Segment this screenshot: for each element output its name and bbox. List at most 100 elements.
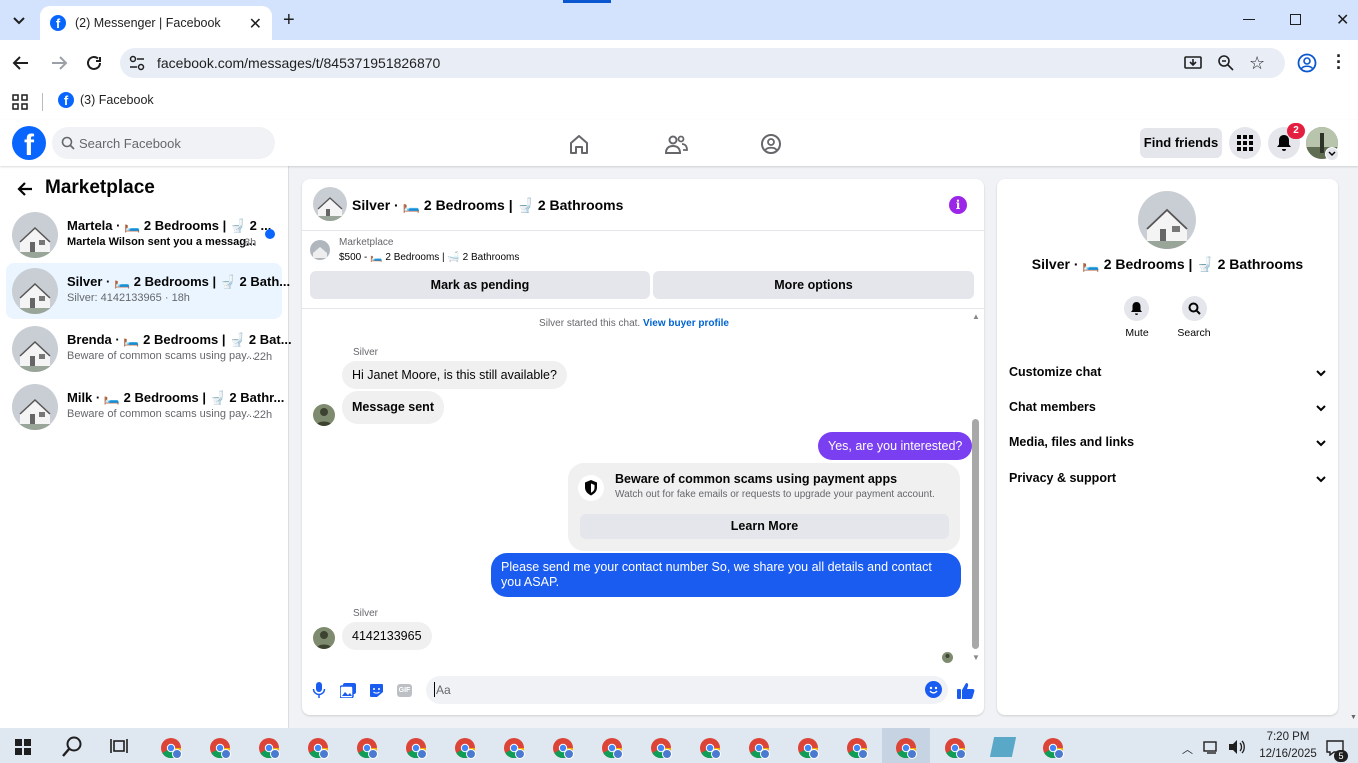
info-icon[interactable]: i bbox=[949, 196, 967, 214]
account-chevron-icon[interactable] bbox=[1325, 147, 1339, 161]
conversation-avatar bbox=[12, 326, 58, 372]
emoji-icon[interactable] bbox=[925, 681, 942, 698]
sender-avatar[interactable] bbox=[313, 404, 335, 426]
task-view-icon[interactable] bbox=[110, 738, 128, 754]
restore-icon[interactable] bbox=[1290, 14, 1301, 25]
taskbar-search-icon[interactable] bbox=[61, 736, 83, 758]
search-in-chat-button[interactable] bbox=[1182, 296, 1207, 321]
chat-info-panel: Silver · 🛏️ 2 Bedrooms | 🚽 2 Bathrooms M… bbox=[997, 179, 1338, 715]
scam-warning-title: Beware of common scams using payment app… bbox=[615, 472, 898, 486]
chrome-profile-app-icon[interactable] bbox=[552, 737, 574, 759]
back-icon[interactable] bbox=[12, 54, 30, 72]
view-buyer-profile-link[interactable]: View buyer profile bbox=[643, 318, 729, 329]
tab-search-icon[interactable] bbox=[8, 9, 30, 31]
incoming-message[interactable]: 4142133965 bbox=[342, 622, 432, 650]
incoming-message[interactable]: Hi Janet Moore, is this still available? bbox=[342, 361, 567, 389]
chat-header-avatar[interactable] bbox=[313, 187, 347, 221]
conversation-brenda[interactable]: Brenda · 🛏️ 2 Bedrooms | 🚽 2 Bat... Bewa… bbox=[6, 321, 292, 377]
bookmark-facebook[interactable]: f (3) Facebook bbox=[58, 92, 154, 108]
find-friends-button[interactable]: Find friends bbox=[1140, 128, 1222, 158]
outgoing-message[interactable]: Yes, are you interested? bbox=[818, 432, 973, 460]
zoom-icon[interactable] bbox=[1217, 54, 1235, 72]
chrome-profile-app-icon[interactable] bbox=[650, 737, 672, 759]
menu-grid-button[interactable] bbox=[1229, 127, 1261, 159]
incoming-message[interactable]: Message sent bbox=[342, 391, 444, 424]
facebook-logo-icon[interactable]: f bbox=[12, 126, 46, 160]
chrome-profile-app-icon[interactable] bbox=[895, 737, 917, 759]
info-avatar[interactable] bbox=[1138, 191, 1196, 249]
chrome-profile-app-icon[interactable] bbox=[209, 737, 231, 759]
listing-detail[interactable]: $500 - 🛏️ 2 Bedrooms | 🛁 2 Bathrooms bbox=[339, 252, 519, 263]
conversation-milk[interactable]: Milk · 🛏️ 2 Bedrooms | 🚽 2 Bathr... Bewa… bbox=[6, 379, 284, 435]
search-facebook-input[interactable]: Search Facebook bbox=[52, 127, 275, 159]
photo-icon[interactable] bbox=[340, 683, 356, 698]
chrome-profile-app-icon[interactable] bbox=[454, 737, 476, 759]
volume-icon[interactable] bbox=[1228, 739, 1246, 755]
tab-close-icon[interactable]: ✕ bbox=[249, 14, 262, 34]
chrome-profile-app-icon[interactable] bbox=[405, 737, 427, 759]
back-arrow-icon[interactable] bbox=[16, 180, 34, 198]
clock-time[interactable]: 7:20 PM bbox=[1258, 731, 1318, 743]
chat-panel: Silver · 🛏️ 2 Bedrooms | 🚽 2 Bathrooms i… bbox=[302, 179, 984, 715]
new-tab-icon[interactable]: + bbox=[283, 9, 295, 32]
site-info-icon[interactable] bbox=[129, 55, 145, 71]
learn-more-button[interactable]: Learn More bbox=[580, 514, 949, 539]
search-label: Search bbox=[1177, 327, 1211, 339]
page-scroll-down-icon[interactable]: ▼ bbox=[1350, 714, 1357, 721]
groups-icon[interactable] bbox=[760, 133, 782, 155]
chrome-profile-app-icon[interactable] bbox=[699, 737, 721, 759]
apps-grid-icon[interactable] bbox=[12, 94, 28, 110]
chrome-profile-app-icon[interactable] bbox=[356, 737, 378, 759]
forward-icon[interactable] bbox=[50, 54, 68, 72]
minimize-icon[interactable] bbox=[1243, 19, 1255, 20]
conversation-martela[interactable]: Martela · 🛏️ 2 Bedrooms | 🚽 2 ... Martel… bbox=[6, 207, 282, 263]
chrome-profile-app-icon[interactable] bbox=[258, 737, 280, 759]
mute-label: Mute bbox=[1125, 327, 1149, 339]
mark-as-pending-button[interactable]: Mark as pending bbox=[310, 271, 650, 299]
gif-icon[interactable]: GIF bbox=[397, 684, 412, 697]
friends-icon[interactable] bbox=[664, 133, 688, 155]
message-input[interactable]: Aa bbox=[426, 676, 948, 704]
conversation-title: Brenda · 🛏️ 2 Bedrooms | 🚽 2 Bat... bbox=[67, 332, 292, 347]
omnibox[interactable]: facebook.com/messages/t/845371951826870 … bbox=[120, 48, 1285, 78]
chat-members-section[interactable]: Chat members bbox=[1009, 400, 1327, 420]
mute-button[interactable] bbox=[1124, 296, 1149, 321]
scroll-up-icon[interactable]: ▲ bbox=[972, 312, 980, 321]
chrome-profile-app-icon[interactable] bbox=[944, 737, 966, 759]
conversation-silver[interactable]: Silver · 🛏️ 2 Bedrooms | 🚽 2 Bath... Sil… bbox=[6, 263, 290, 319]
sender-avatar[interactable] bbox=[313, 627, 335, 649]
window-close-icon[interactable]: ✕ bbox=[1336, 10, 1349, 30]
sticker-icon[interactable] bbox=[369, 683, 384, 698]
network-icon[interactable] bbox=[1203, 740, 1221, 754]
url-text[interactable]: facebook.com/messages/t/845371951826870 bbox=[157, 55, 440, 71]
media-files-links-section[interactable]: Media, files and links bbox=[1009, 435, 1327, 455]
windows-start-icon[interactable] bbox=[15, 739, 31, 755]
microphone-icon[interactable] bbox=[312, 682, 326, 698]
outgoing-message[interactable]: Please send me your contact number So, w… bbox=[491, 553, 961, 597]
chrome-profile-app-icon[interactable] bbox=[503, 737, 525, 759]
chrome-profile-app-icon[interactable] bbox=[1042, 737, 1064, 759]
chrome-profile-app-icon[interactable] bbox=[307, 737, 329, 759]
tray-chevron-icon[interactable]: ︿ bbox=[1182, 741, 1193, 757]
browser-tab[interactable]: f (2) Messenger | Facebook ✕ bbox=[40, 6, 272, 40]
scroll-down-icon[interactable]: ▼ bbox=[972, 653, 980, 662]
customize-chat-section[interactable]: Customize chat bbox=[1009, 365, 1327, 385]
like-thumb-icon[interactable] bbox=[957, 682, 975, 700]
chrome-profile-app-icon[interactable] bbox=[160, 737, 182, 759]
browser-menu-icon[interactable]: · · · bbox=[1336, 47, 1342, 77]
chrome-profile-app-icon[interactable] bbox=[748, 737, 770, 759]
reload-icon[interactable] bbox=[85, 54, 103, 72]
bookmark-star-icon[interactable]: ☆ bbox=[1249, 53, 1265, 74]
taskbar-app-icon[interactable] bbox=[989, 737, 1017, 757]
chat-scrollbar-thumb[interactable] bbox=[972, 419, 979, 649]
chrome-profile-app-icon[interactable] bbox=[797, 737, 819, 759]
chat-header-title[interactable]: Silver · 🛏️ 2 Bedrooms | 🚽 2 Bathrooms bbox=[352, 197, 623, 214]
chrome-profile-app-icon[interactable] bbox=[846, 737, 868, 759]
profile-icon[interactable] bbox=[1297, 53, 1317, 73]
home-icon[interactable] bbox=[568, 133, 590, 155]
more-options-button[interactable]: More options bbox=[653, 271, 974, 299]
chrome-profile-app-icon[interactable] bbox=[601, 737, 623, 759]
privacy-support-section[interactable]: Privacy & support bbox=[1009, 471, 1327, 491]
install-app-icon[interactable] bbox=[1184, 54, 1202, 72]
clock-date[interactable]: 12/16/2025 bbox=[1250, 748, 1326, 760]
